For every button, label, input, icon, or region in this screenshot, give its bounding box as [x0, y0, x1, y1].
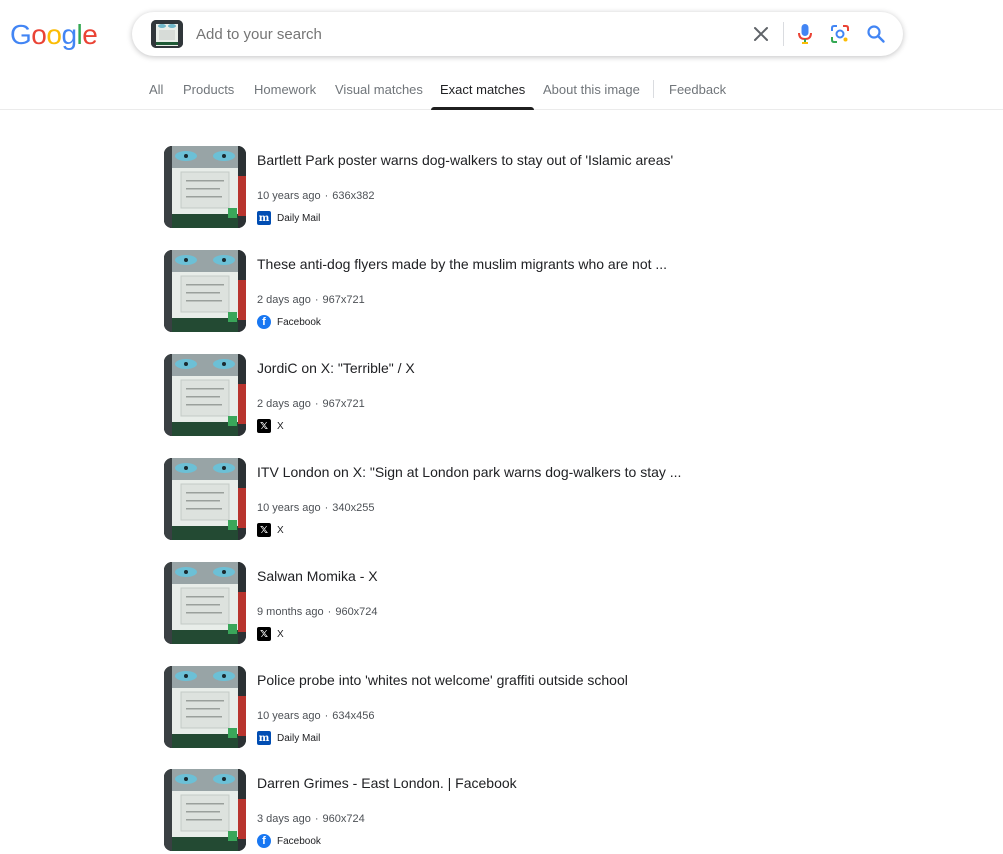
result-size: 340x255 [332, 502, 375, 514]
result-item[interactable]: These anti-dog flyers made by the muslim… [164, 250, 724, 334]
meta-separator: · [324, 190, 329, 202]
source-name: Facebook [277, 316, 321, 328]
x-icon: 𝕏 [257, 523, 271, 537]
result-source[interactable]: m Daily Mail [257, 731, 320, 745]
logo-letter: e [82, 19, 98, 50]
source-name: Daily Mail [277, 732, 321, 744]
daily-mail-icon: m [257, 731, 271, 745]
meta-separator: · [314, 813, 319, 825]
source-name: Daily Mail [277, 212, 321, 224]
result-age: 3 days ago [257, 813, 311, 825]
facebook-icon: f [257, 834, 271, 848]
result-source[interactable]: 𝕏X [257, 419, 284, 433]
result-title[interactable]: Darren Grimes - East London. | Facebook [257, 775, 517, 791]
result-meta: 3 days ago · 960x724 [257, 813, 365, 825]
result-meta: 2 days ago · 967x721 [257, 398, 365, 410]
result-size: 967x721 [322, 398, 365, 410]
search-icon[interactable] [864, 22, 888, 46]
result-thumbnail[interactable] [164, 562, 246, 644]
clear-icon[interactable] [749, 22, 773, 46]
tab-homework[interactable]: Homework [254, 72, 316, 110]
microphone-icon[interactable] [793, 22, 817, 46]
result-title[interactable]: Bartlett Park poster warns dog-walkers t… [257, 152, 673, 168]
x-icon: 𝕏 [257, 419, 271, 433]
result-item[interactable]: ITV London on X: "Sign at London park wa… [164, 458, 724, 542]
facebook-icon: f [257, 315, 271, 329]
tab-exact-matches[interactable]: Exact matches [430, 72, 535, 110]
tab-about-this-image[interactable]: About this image [543, 72, 640, 110]
meta-separator: · [324, 502, 329, 514]
result-item[interactable]: Darren Grimes - East London. | Facebook … [164, 769, 724, 853]
result-title[interactable]: ITV London on X: "Sign at London park wa… [257, 464, 681, 480]
source-name: X [277, 524, 284, 536]
source-name: X [277, 628, 284, 640]
tab-visual-matches[interactable]: Visual matches [335, 72, 423, 110]
result-title[interactable]: JordiC on X: "Terrible" / X [257, 360, 415, 376]
tab-separator [653, 80, 654, 98]
result-title[interactable]: These anti-dog flyers made by the muslim… [257, 256, 667, 272]
result-meta: 10 years ago · 634x456 [257, 710, 375, 722]
tab-bar: All Products Homework Visual matches Exa… [0, 72, 1003, 110]
google-lens-icon[interactable] [828, 22, 852, 46]
result-size: 960x724 [322, 813, 365, 825]
source-name: X [277, 420, 284, 432]
search-image-thumbnail[interactable] [151, 20, 183, 48]
result-item[interactable]: Bartlett Park poster warns dog-walkers t… [164, 146, 724, 230]
result-meta: 10 years ago · 636x382 [257, 190, 375, 202]
result-age: 2 days ago [257, 294, 311, 306]
result-age: 2 days ago [257, 398, 311, 410]
result-size: 634x456 [332, 710, 375, 722]
search-input[interactable] [194, 20, 734, 48]
result-source[interactable]: 𝕏X [257, 523, 284, 537]
tab-all[interactable]: All [149, 72, 163, 110]
result-size: 960x724 [335, 606, 378, 618]
tab-products[interactable]: Products [183, 72, 234, 110]
result-thumbnail[interactable] [164, 666, 246, 748]
search-divider [783, 22, 784, 46]
result-size: 636x382 [332, 190, 375, 202]
result-thumbnail[interactable] [164, 354, 246, 436]
result-title[interactable]: Police probe into 'whites not welcome' g… [257, 672, 628, 688]
result-meta: 10 years ago · 340x255 [257, 502, 375, 514]
logo-letter: g [61, 19, 77, 50]
result-item[interactable]: JordiC on X: "Terrible" / X 2 days ago · 9… [164, 354, 724, 438]
result-title[interactable]: Salwan Momika - X [257, 568, 378, 584]
result-age: 9 months ago [257, 606, 324, 618]
result-meta: 9 months ago · 960x724 [257, 606, 378, 618]
meta-separator: · [314, 398, 319, 410]
result-source[interactable]: f Facebook [257, 315, 321, 329]
search-bar[interactable] [132, 12, 903, 56]
header: Google Add to your search All Products H… [0, 0, 1003, 110]
daily-mail-icon: m [257, 211, 271, 225]
result-thumbnail[interactable] [164, 769, 246, 851]
result-source[interactable]: m Daily Mail [257, 211, 320, 225]
tab-feedback[interactable]: Feedback [669, 72, 726, 110]
logo-letter: G [10, 19, 32, 50]
result-thumbnail[interactable] [164, 250, 246, 332]
meta-separator: · [327, 606, 332, 618]
source-name: Facebook [277, 835, 321, 847]
meta-separator: · [314, 294, 319, 306]
result-age: 10 years ago [257, 710, 321, 722]
result-source[interactable]: 𝕏X [257, 627, 284, 641]
meta-separator: · [324, 710, 329, 722]
result-thumbnail[interactable] [164, 146, 246, 228]
result-size: 967x721 [322, 294, 365, 306]
result-age: 10 years ago [257, 502, 321, 514]
result-age: 10 years ago [257, 190, 321, 202]
result-thumbnail[interactable] [164, 458, 246, 540]
result-meta: 2 days ago · 967x721 [257, 294, 365, 306]
x-icon: 𝕏 [257, 627, 271, 641]
result-item[interactable]: Salwan Momika - X 9 months ago · 960x724 𝕏… [164, 562, 724, 646]
result-item[interactable]: Police probe into 'whites not welcome' g… [164, 666, 724, 750]
logo-letter: o [31, 19, 47, 50]
result-source[interactable]: f Facebook [257, 834, 321, 848]
logo-letter: o [46, 19, 62, 50]
google-logo[interactable]: Google [10, 18, 98, 52]
